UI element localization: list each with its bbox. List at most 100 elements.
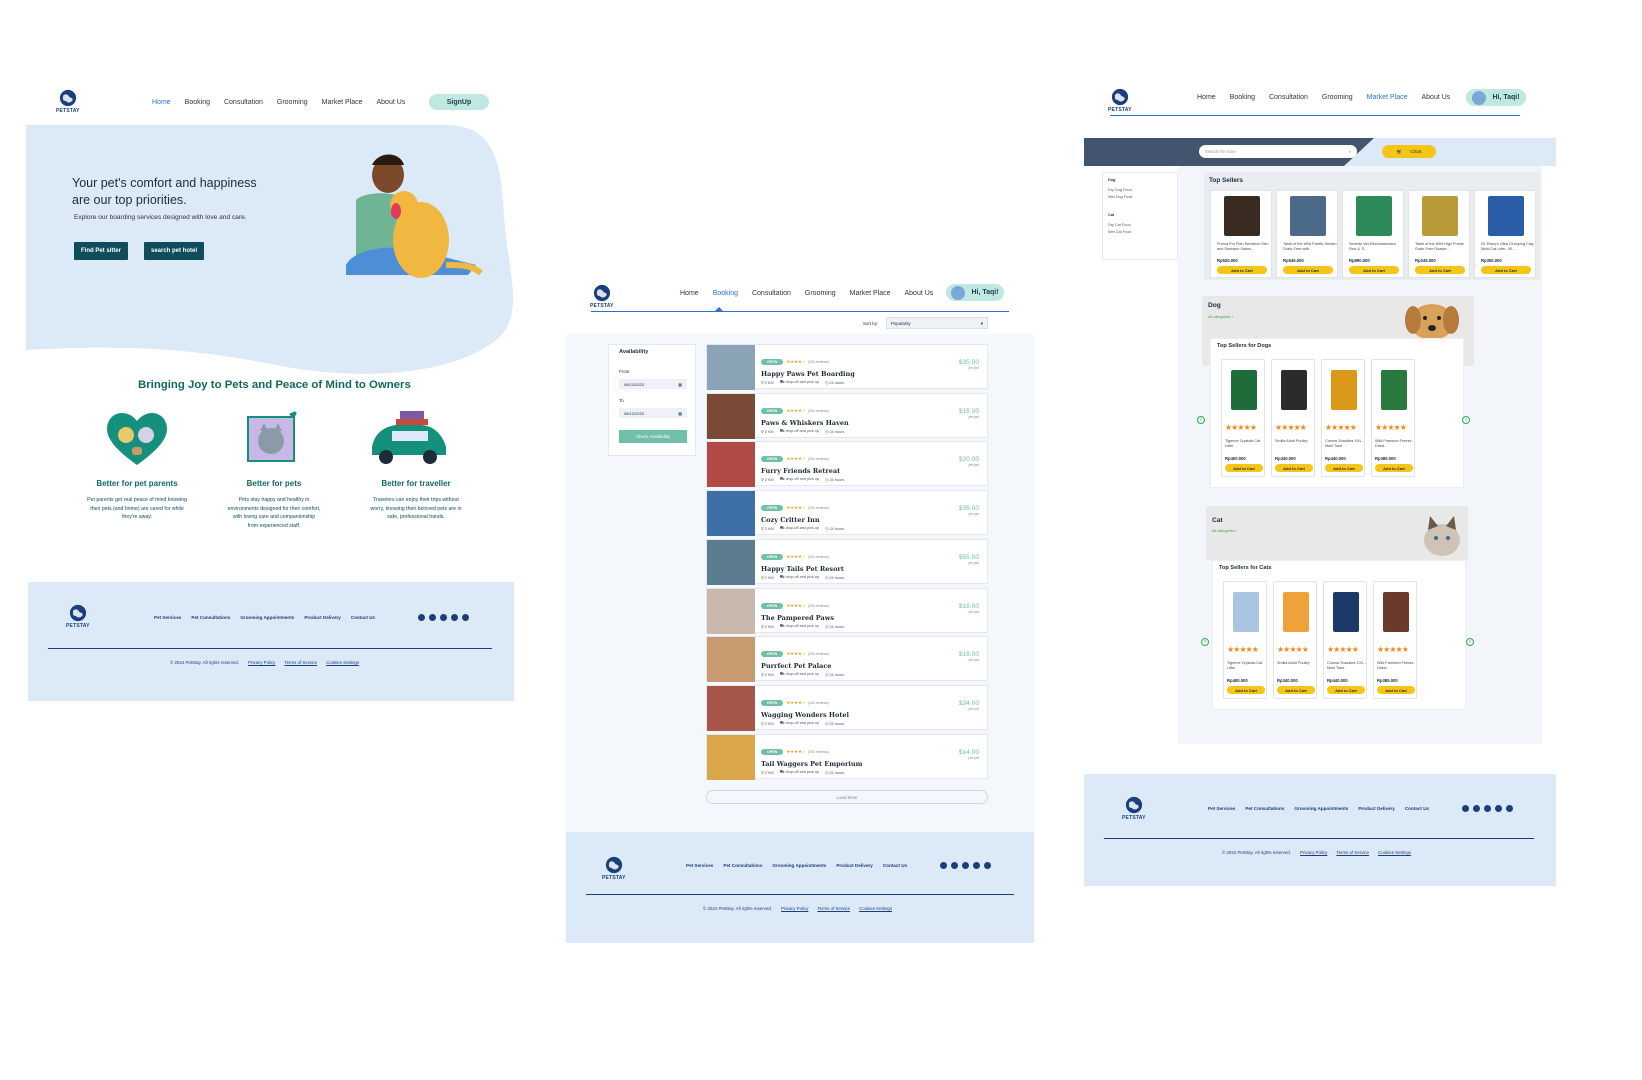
product-card[interactable]: ★★★★★ Cosma Snackies XXL - Maxi Tube Rp440… [1323,581,1367,699]
listing-name[interactable]: The Pampered Paws [761,614,982,622]
nav-about-us[interactable]: About Us [377,99,406,106]
sidebar-cat[interactable]: Cat [1108,213,1172,217]
footer-link-contact-us[interactable]: Contact Us [883,863,907,868]
product-card[interactable]: Taste of the Wild High Prairie Grain-Fre… [1408,190,1470,278]
listing-card[interactable]: OPEN ★★★★☆ (334 reviews) The Pampered Paws ⚲… [706,587,988,634]
facebook-icon[interactable] [940,862,947,869]
brand-logo[interactable]: PETSTAY [1108,88,1132,113]
nav-grooming[interactable]: Grooming [277,99,308,106]
footer-legal-privacy-policy[interactable]: Privacy Policy [1300,850,1327,855]
product-card[interactable]: Seresto Vet-Recommended Flea & Ti... Rp89… [1342,190,1404,278]
footer-link-pet-consultations[interactable]: Pet Consultations [191,615,230,620]
sidebar-dry-cat-food[interactable]: Dry Cat Food [1108,223,1172,227]
listing-name[interactable]: Happy Tails Pet Resort [761,565,982,573]
footer-link-pet-consultations[interactable]: Pet Consultations [723,863,762,868]
product-card[interactable]: ★★★★★ Smilla Adult Poultry Rp340.000 Add to… [1273,581,1317,699]
sort-select[interactable]: Popularity ▾ [886,317,988,329]
listing-card[interactable]: OPEN ★★★★☆ (334 reviews) Tail Waggers Pet E… [706,733,988,780]
facebook-icon[interactable] [418,614,425,621]
youtube-icon[interactable] [1506,805,1513,812]
nav-consultation[interactable]: Consultation [752,290,791,297]
product-card[interactable]: ★★★★★ Smilla Adult Poultry Rp340.000 Add to… [1271,359,1315,477]
dog-prev-arrow-icon[interactable]: ‹ [1197,416,1205,424]
nav-grooming[interactable]: Grooming [805,290,836,297]
dog-next-arrow-icon[interactable]: › [1462,416,1470,424]
footer-logo[interactable]: PETSTAY [602,856,626,881]
nav-consultation[interactable]: Consultation [224,99,263,106]
find-pet-sitter-button[interactable]: Find Pet sitter [74,242,129,260]
sidebar-wet-cat-food[interactable]: Wet Cat Food [1108,230,1172,234]
listing-card[interactable]: OPEN ★★★★☆ (334 reviews) Happy Paws Pet Boa… [706,344,988,390]
footer-link-grooming-appointments[interactable]: Grooming Appointments [772,863,826,868]
product-card[interactable]: ★★★★★ Tigerine Crystals Cat Litter Rp400.0… [1223,581,1267,699]
product-card[interactable]: ★★★★★ Tigerine Crystals Cat Litter Rp400.0… [1221,359,1265,477]
footer-link-pet-services[interactable]: Pet Services [686,863,713,868]
youtube-icon[interactable] [984,862,991,869]
nav-about-us[interactable]: About Us [1422,94,1451,101]
footer-link-pet-services[interactable]: Pet Services [154,615,181,620]
footer-link-pet-services[interactable]: Pet Services [1208,806,1235,811]
add-to-cart-button[interactable]: Add to Cart [1481,266,1531,274]
user-menu[interactable]: Hi, Taqi! [1466,89,1526,106]
facebook-icon[interactable] [1462,805,1469,812]
product-card[interactable]: Taste of the Wild Pacific Stream Grain-F… [1276,190,1338,278]
from-date-input[interactable]: 08/12/2023 ▦ [619,379,687,389]
load-more-button[interactable]: Load More [706,790,988,804]
footer-link-contact-us[interactable]: Contact Us [1405,806,1429,811]
listing-name[interactable]: Happy Paws Pet Boarding [761,370,982,378]
x-icon[interactable] [1484,805,1491,812]
brand-logo[interactable]: PETSTAY [56,89,80,114]
nav-booking[interactable]: Booking [185,99,210,106]
add-to-cart-button[interactable]: Add to Cart [1349,266,1399,274]
product-card[interactable]: ★★★★★ Cosma Snackies XXL - Maxi Tube Rp440… [1321,359,1365,477]
listing-name[interactable]: Paws & Whiskers Haven [761,419,982,427]
search-input[interactable]: Search the store ⌕ [1199,145,1357,158]
footer-legal-cookies-settings[interactable]: Cookies Settings [1378,850,1411,855]
listing-name[interactable]: Cozy Critter Inn [761,516,982,524]
search-pet-hotel-button[interactable]: search pet hotel [144,242,205,260]
user-menu[interactable]: Hi, Taqi! [946,284,1004,301]
footer-legal-terms-of-service[interactable]: Terms of Service [817,906,850,911]
nav-consultation[interactable]: Consultation [1269,94,1308,101]
footer-legal-privacy-policy[interactable]: Privacy Policy [248,660,275,665]
linkedin-icon[interactable] [451,614,458,621]
nav-market-place[interactable]: Market Place [322,99,363,106]
footer-link-pet-consultations[interactable]: Pet Consultations [1245,806,1284,811]
footer-link-contact-us[interactable]: Contact Us [351,615,375,620]
nav-grooming[interactable]: Grooming [1322,94,1353,101]
footer-legal-cookies-settings[interactable]: Cookies Settings [326,660,359,665]
footer-link-product-delivery[interactable]: Product Delivery [836,863,873,868]
footer-logo[interactable]: PETSTAY [66,604,90,629]
footer-legal-terms-of-service[interactable]: Terms of Service [1336,850,1369,855]
instagram-icon[interactable] [951,862,958,869]
sidebar-dog[interactable]: Dog [1108,178,1172,182]
add-to-cart-button[interactable]: Add to Cart [1217,266,1267,274]
nav-booking[interactable]: Booking [713,290,738,297]
listing-card[interactable]: OPEN ★★★★☆ (334 reviews) Wagging Wonders Ho… [706,684,988,731]
footer-legal-terms-of-service[interactable]: Terms of Service [284,660,317,665]
add-to-cart-button[interactable]: Add to Cart [1277,686,1315,694]
listing-name[interactable]: Tail Waggers Pet Emporium [761,760,982,768]
x-icon[interactable] [440,614,447,621]
product-card[interactable]: ★★★★★ Wild Freedom Freeze-Dried... Rp385.0… [1371,359,1415,477]
add-to-cart-button[interactable]: Add to Cart [1225,464,1263,472]
listing-name[interactable]: Purrfect Pet Palace [761,662,982,670]
nav-market-place[interactable]: Market Place [1367,94,1408,101]
listing-card[interactable]: OPEN ★★★★☆ (334 reviews) Happy Tails Pet Re… [706,538,988,585]
listing-name[interactable]: Wagging Wonders Hotel [761,711,982,719]
footer-logo[interactable]: PETSTAY [1122,796,1146,821]
cat-prev-arrow-icon[interactable]: ‹ [1201,638,1209,646]
dog-all-categories-link[interactable]: All categories › [1208,315,1233,319]
add-to-cart-button[interactable]: Add to Cart [1377,686,1415,694]
product-card[interactable]: Dr. Elsey's Ultra Clumping Clay Multi-Ca… [1474,190,1536,278]
add-to-cart-button[interactable]: Add to Cart [1275,464,1313,472]
add-to-cart-button[interactable]: Add to Cart [1415,266,1465,274]
nav-booking[interactable]: Booking [1230,94,1255,101]
nav-home[interactable]: Home [152,99,171,106]
x-icon[interactable] [962,862,969,869]
footer-link-grooming-appointments[interactable]: Grooming Appointments [1294,806,1348,811]
nav-about-us[interactable]: About Us [905,290,934,297]
product-card[interactable]: Purina Pro Plan Sensitive Skin and Stoma… [1210,190,1272,278]
linkedin-icon[interactable] [973,862,980,869]
footer-link-product-delivery[interactable]: Product Delivery [1358,806,1395,811]
